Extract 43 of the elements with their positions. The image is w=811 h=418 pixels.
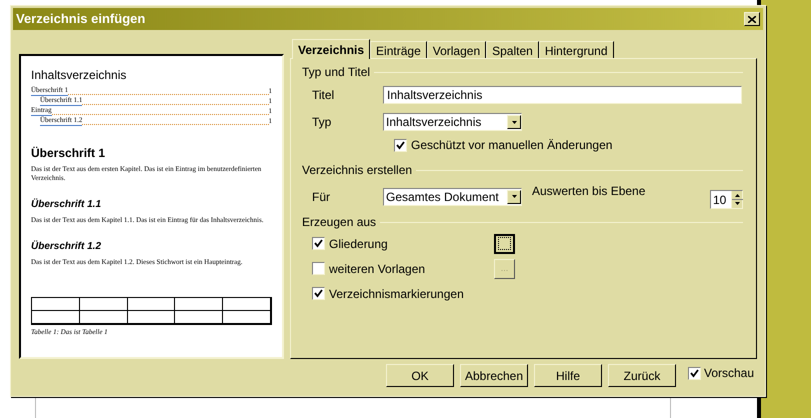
field-label: Auswerten bis Ebene xyxy=(532,183,646,200)
spinner-value: 10 xyxy=(712,192,728,208)
tab[interactable]: Verzeichnis xyxy=(292,39,370,59)
dropdown-value: Gesamtes Dokument xyxy=(386,188,500,206)
window-title: Verzeichnis einfügen xyxy=(16,10,146,28)
checkbox-label[interactable]: weiteren Vorlagen xyxy=(329,260,426,278)
preview-heading: Inhaltsverzeichnis xyxy=(31,68,128,82)
dialog-button[interactable]: Abbrechen xyxy=(460,364,528,387)
field-label: Für xyxy=(312,188,331,206)
close-icon xyxy=(748,16,756,22)
field-label: Typ xyxy=(312,114,332,131)
tab[interactable]: Einträge xyxy=(370,41,427,58)
tab[interactable]: Vorlagen xyxy=(426,41,486,58)
checkbox-label[interactable]: Geschützt vor manuellen Änderungen xyxy=(411,136,612,154)
dialog-button[interactable]: Hilfe xyxy=(534,364,602,387)
dialog-button[interactable]: Zurück xyxy=(608,364,676,387)
tab[interactable]: Spalten xyxy=(486,41,539,58)
spinner-arrows-icon[interactable] xyxy=(731,191,742,208)
checkbox[interactable] xyxy=(688,366,701,380)
checkbox-label[interactable]: Gliederung xyxy=(329,234,388,252)
checkbox[interactable] xyxy=(312,262,325,275)
group-heading: Verzeichnis erstellen xyxy=(302,162,412,179)
checkbox-label[interactable]: Vorschau xyxy=(704,364,754,382)
group-heading: Erzeugen aus xyxy=(302,214,376,231)
checkbox[interactable] xyxy=(312,237,325,250)
title-input[interactable]: Inhaltsverzeichnis xyxy=(383,86,742,104)
dropdown[interactable]: Gesamtes Dokument xyxy=(383,188,522,206)
level-spinner[interactable]: 10 xyxy=(710,190,743,209)
checkbox[interactable] xyxy=(312,287,325,300)
focus-outline xyxy=(498,237,511,250)
checkbox-label[interactable]: Verzeichnismarkierungen xyxy=(329,284,464,302)
checkbox[interactable] xyxy=(394,138,407,152)
close-button[interactable] xyxy=(744,12,760,26)
section-heading: Überschrift 1.2 xyxy=(31,241,102,253)
tab[interactable]: Hintergrund xyxy=(538,41,614,58)
browse-button[interactable] xyxy=(494,234,515,254)
field-label: Titel xyxy=(312,87,336,104)
group-heading: Typ und Titel xyxy=(302,64,370,81)
dialog-button[interactable]: OK xyxy=(386,364,454,387)
dropdown[interactable]: Inhaltsverzeichnis xyxy=(383,113,522,131)
section-heading: Überschrift 1 xyxy=(31,146,106,160)
dropdown-value: Inhaltsverzeichnis xyxy=(386,114,482,131)
section-heading: Überschrift 1.1 xyxy=(31,199,102,211)
